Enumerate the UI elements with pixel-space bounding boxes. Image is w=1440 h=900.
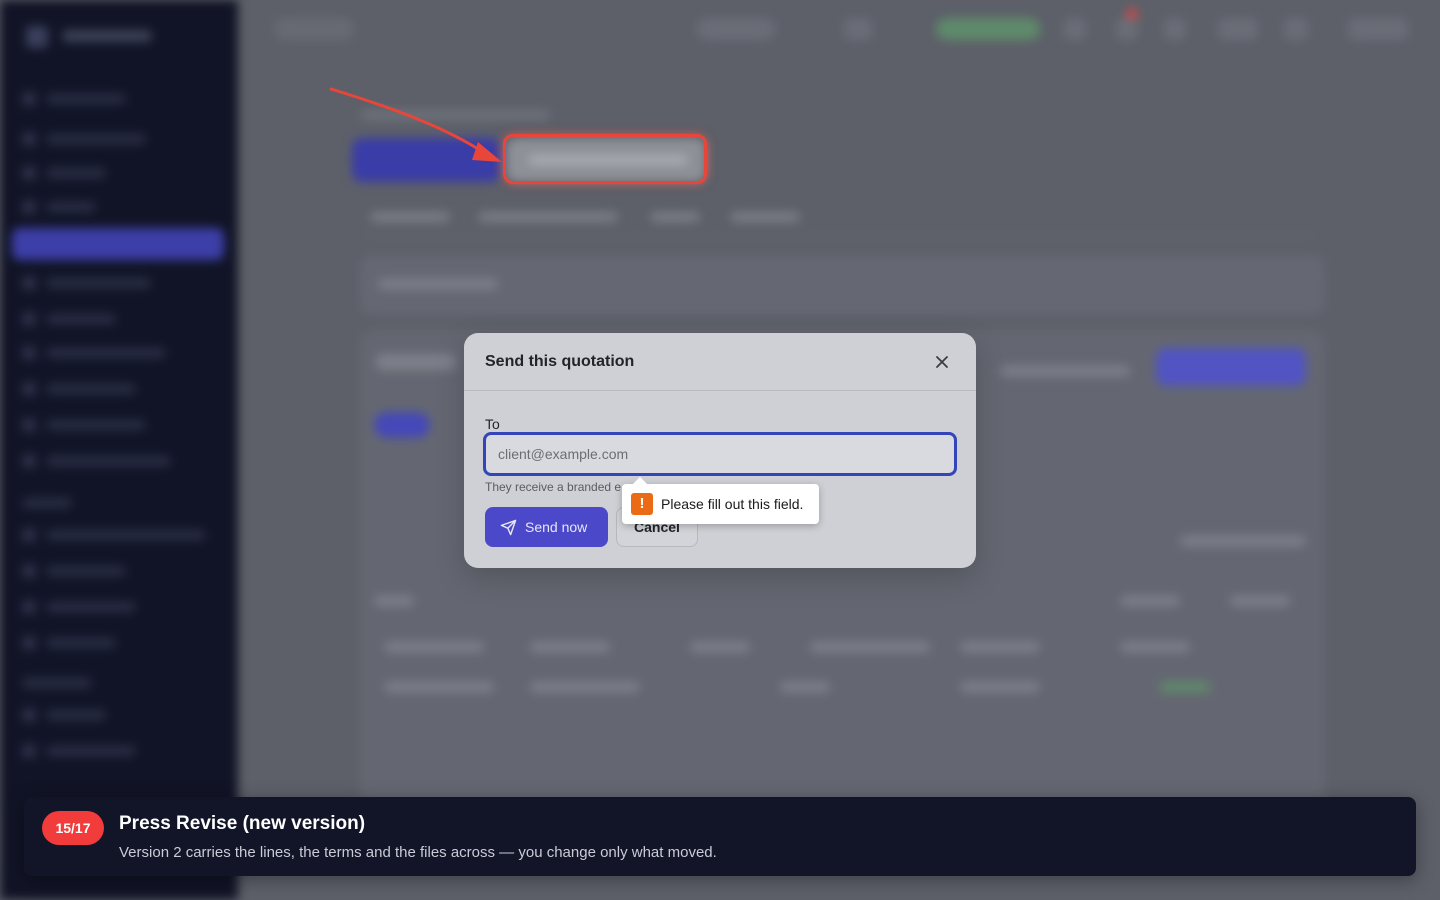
recipient-email-input[interactable]: [483, 432, 957, 476]
close-icon: [936, 356, 948, 368]
tour-title: Press Revise (new version): [119, 813, 366, 834]
send-now-button[interactable]: Send now: [485, 507, 608, 547]
tour-step-badge: 15/17: [42, 811, 104, 845]
app-logo: [26, 24, 156, 48]
validation-tooltip: ! Please fill out this field.: [622, 477, 819, 524]
top-bar: [238, 0, 1440, 60]
paper-plane-icon: [500, 519, 517, 536]
hint-text: They receive a branded e: [485, 480, 622, 494]
send-quotation-dialog: Send this quotation To They receive a br…: [464, 333, 976, 568]
primary-action-button: [352, 138, 500, 182]
tour-description: Version 2 carries the lines, the terms a…: [119, 844, 717, 861]
tour-banner: 15/17 Press Revise (new version) Version…: [24, 797, 1416, 876]
dialog-header: Send this quotation: [464, 333, 976, 391]
sidebar-active-item: [12, 228, 224, 260]
to-label: To: [485, 416, 500, 432]
dialog-title: Send this quotation: [485, 353, 635, 370]
validation-message: Please fill out this field.: [661, 496, 804, 512]
close-button[interactable]: [932, 352, 952, 372]
sidebar: [0, 0, 238, 900]
exclamation-icon: !: [631, 493, 653, 515]
tour-highlight-ring: [503, 134, 707, 184]
send-now-label: Send now: [525, 519, 588, 535]
tab-strip: [360, 200, 1320, 237]
summary-card: [360, 255, 1325, 315]
